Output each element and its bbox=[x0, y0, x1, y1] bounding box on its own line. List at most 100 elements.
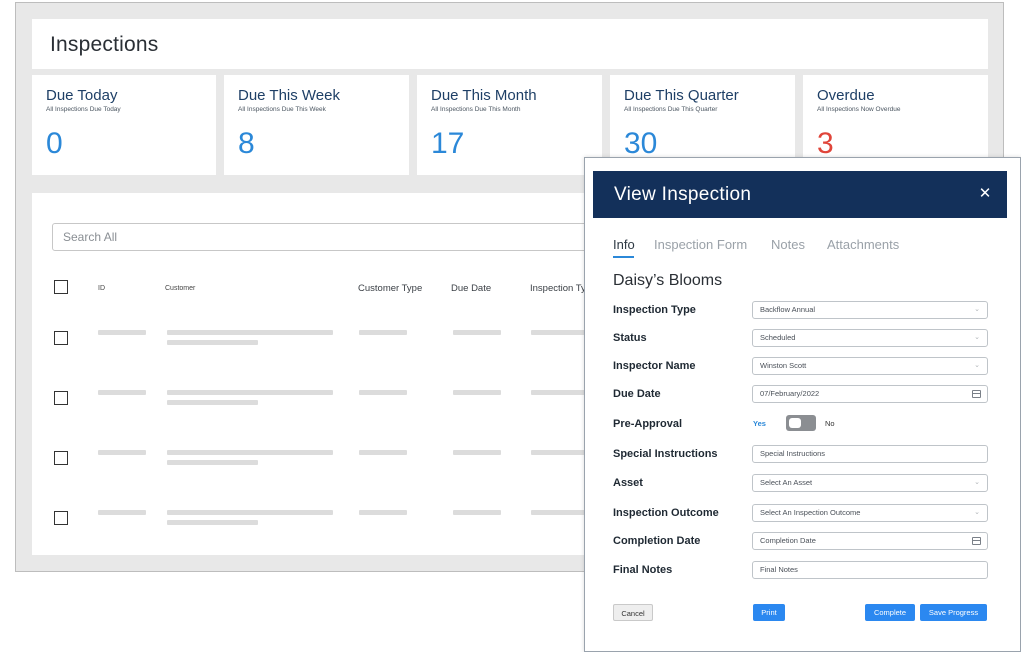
stat-card-due-this-week[interactable]: Due This Week All Inspections Due This W… bbox=[224, 75, 409, 175]
stat-subtitle: All Inspections Due This Week bbox=[238, 106, 326, 113]
chevron-down-icon: ⌄ bbox=[974, 306, 980, 313]
tab-attachments[interactable]: Attachments bbox=[827, 237, 899, 252]
special-instructions-input[interactable]: Special Instructions bbox=[752, 445, 988, 463]
save-progress-button[interactable]: Save Progress bbox=[920, 604, 987, 621]
inspection-type-select[interactable]: Backflow Annual ⌄ bbox=[752, 301, 988, 319]
inspector-name-label: Inspector Name bbox=[613, 360, 696, 372]
toggle-knob bbox=[789, 418, 801, 428]
placeholder-bar bbox=[98, 390, 146, 395]
due-date-label: Due Date bbox=[613, 388, 661, 400]
pre-approval-no-label: No bbox=[825, 419, 835, 428]
chevron-down-icon: ⌄ bbox=[974, 334, 980, 341]
completion-date-placeholder: Completion Date bbox=[760, 536, 816, 545]
modal-header: View Inspection ✕ bbox=[593, 171, 1007, 218]
final-notes-placeholder: Final Notes bbox=[760, 565, 798, 574]
placeholder-bar bbox=[167, 400, 258, 405]
tab-inspection-form[interactable]: Inspection Form bbox=[654, 237, 747, 252]
placeholder-bar bbox=[167, 520, 258, 525]
completion-date-field[interactable]: Completion Date bbox=[752, 532, 988, 550]
placeholder-bar bbox=[167, 330, 333, 335]
stat-subtitle: All Inspections Due This Quarter bbox=[624, 106, 718, 113]
asset-select[interactable]: Select An Asset ⌄ bbox=[752, 474, 988, 492]
print-button[interactable]: Print bbox=[753, 604, 785, 621]
placeholder-bar bbox=[167, 510, 333, 515]
placeholder-bar bbox=[98, 330, 146, 335]
chevron-down-icon: ⌄ bbox=[974, 479, 980, 486]
stat-value: 3 bbox=[817, 127, 834, 160]
chevron-down-icon: ⌄ bbox=[974, 362, 980, 369]
column-header-customer-type[interactable]: Customer Type bbox=[358, 283, 422, 294]
chevron-down-icon: ⌄ bbox=[974, 509, 980, 516]
placeholder-bar bbox=[167, 460, 258, 465]
stat-subtitle: All Inspections Due This Month bbox=[431, 106, 521, 113]
tab-info[interactable]: Info bbox=[613, 237, 635, 252]
status-select[interactable]: Scheduled ⌄ bbox=[752, 329, 988, 347]
final-notes-label: Final Notes bbox=[613, 564, 673, 576]
pre-approval-yes-label: Yes bbox=[753, 419, 766, 428]
placeholder-bar bbox=[453, 330, 501, 335]
column-header-inspection-type[interactable]: Inspection Typ bbox=[530, 283, 591, 294]
select-all-checkbox[interactable] bbox=[54, 280, 68, 294]
placeholder-bar bbox=[167, 340, 258, 345]
placeholder-bar bbox=[167, 450, 333, 455]
inspector-name-select[interactable]: Winston Scott ⌄ bbox=[752, 357, 988, 375]
column-header-id[interactable]: ID bbox=[98, 285, 105, 292]
stat-title: Due Today bbox=[46, 87, 118, 104]
calendar-icon[interactable] bbox=[972, 390, 981, 398]
placeholder-bar bbox=[359, 510, 407, 515]
stat-subtitle: All Inspections Due Today bbox=[46, 106, 121, 113]
placeholder-bar bbox=[453, 390, 501, 395]
stat-value: 30 bbox=[624, 127, 658, 160]
pre-approval-label: Pre-Approval bbox=[613, 418, 683, 430]
column-header-customer[interactable]: Customer bbox=[165, 285, 195, 292]
complete-button[interactable]: Complete bbox=[865, 604, 915, 621]
inspector-name-value: Winston Scott bbox=[760, 361, 807, 370]
placeholder-bar bbox=[359, 450, 407, 455]
placeholder-bar bbox=[98, 450, 146, 455]
placeholder-bar bbox=[98, 510, 146, 515]
row-checkbox[interactable] bbox=[54, 511, 68, 525]
placeholder-bar bbox=[359, 390, 407, 395]
customer-name: Daisy’s Blooms bbox=[613, 272, 723, 289]
stat-card-due-this-month[interactable]: Due This Month All Inspections Due This … bbox=[417, 75, 602, 175]
stat-value: 8 bbox=[238, 127, 255, 160]
cancel-button[interactable]: Cancel bbox=[613, 604, 653, 621]
stat-title: Due This Week bbox=[238, 87, 340, 104]
page-title: Inspections bbox=[50, 33, 159, 56]
search-input[interactable] bbox=[53, 224, 651, 250]
view-inspection-modal: View Inspection ✕ Info Inspection Form N… bbox=[584, 157, 1021, 652]
stat-card-due-today[interactable]: Due Today All Inspections Due Today 0 bbox=[32, 75, 216, 175]
asset-placeholder: Select An Asset bbox=[760, 478, 813, 487]
placeholder-bar bbox=[167, 390, 333, 395]
stat-title: Due This Quarter bbox=[624, 87, 739, 104]
pre-approval-toggle[interactable] bbox=[786, 415, 816, 431]
calendar-icon[interactable] bbox=[972, 537, 981, 545]
inspection-type-label: Inspection Type bbox=[613, 304, 696, 316]
stat-title: Due This Month bbox=[431, 87, 537, 104]
search-box[interactable] bbox=[52, 223, 652, 251]
completion-date-label: Completion Date bbox=[613, 535, 701, 547]
row-checkbox[interactable] bbox=[54, 391, 68, 405]
inspection-type-value: Backflow Annual bbox=[760, 305, 816, 314]
inspection-outcome-label: Inspection Outcome bbox=[613, 507, 719, 519]
close-icon[interactable]: ✕ bbox=[977, 185, 993, 203]
placeholder-bar bbox=[359, 330, 407, 335]
active-tab-indicator bbox=[613, 256, 634, 258]
column-header-due-date[interactable]: Due Date bbox=[451, 283, 491, 294]
row-checkbox[interactable] bbox=[54, 331, 68, 345]
due-date-field[interactable]: 07/February/2022 bbox=[752, 385, 988, 403]
special-instructions-label: Special Instructions bbox=[613, 448, 718, 460]
final-notes-input[interactable]: Final Notes bbox=[752, 561, 988, 579]
tab-notes[interactable]: Notes bbox=[771, 237, 805, 252]
asset-label: Asset bbox=[613, 477, 643, 489]
inspection-outcome-select[interactable]: Select An Inspection Outcome ⌄ bbox=[752, 504, 988, 522]
stat-subtitle: All Inspections Now Overdue bbox=[817, 106, 901, 113]
placeholder-bar bbox=[453, 510, 501, 515]
row-checkbox[interactable] bbox=[54, 451, 68, 465]
stat-value: 17 bbox=[431, 127, 465, 160]
page-header: Inspections bbox=[32, 19, 988, 69]
status-value: Scheduled bbox=[760, 333, 796, 342]
stat-value: 0 bbox=[46, 127, 63, 160]
status-label: Status bbox=[613, 332, 647, 344]
modal-title: View Inspection bbox=[614, 184, 752, 205]
